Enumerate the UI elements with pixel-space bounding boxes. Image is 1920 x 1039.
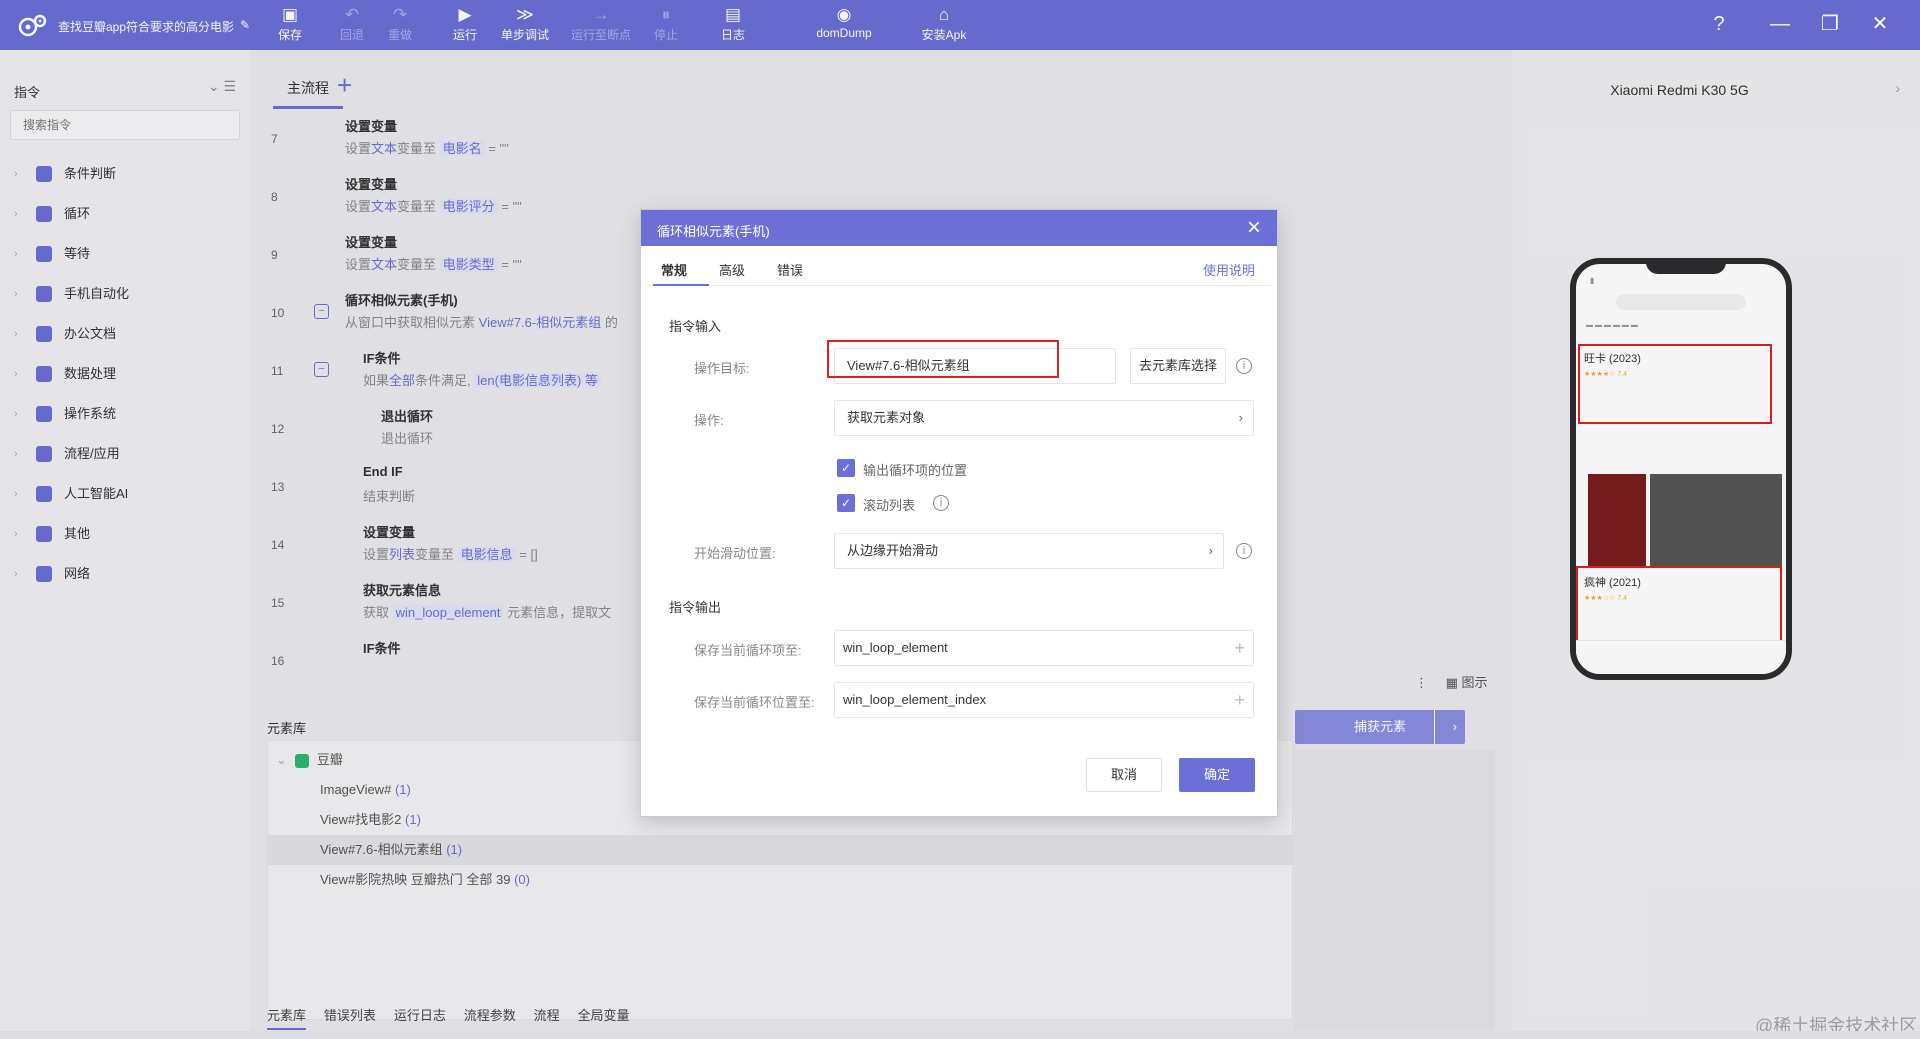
scroll-list-checkbox[interactable]: ✓ [837, 494, 855, 512]
target-label: 操作目标: [694, 361, 750, 376]
scroll-list-label: 滚动列表 [863, 498, 916, 513]
info-icon[interactable]: i [1236, 358, 1252, 374]
input-section-title: 指令输入 [669, 319, 722, 334]
save-item-field[interactable]: win_loop_element + [834, 630, 1254, 666]
taskbar-strip [0, 1031, 1920, 1039]
confirm-button[interactable]: 确定 [1179, 758, 1255, 792]
tab-error[interactable]: 错误 [777, 260, 803, 279]
operation-label: 操作: [694, 413, 724, 428]
operation-select[interactable]: 获取元素对象 › [834, 400, 1254, 436]
active-tab-indicator [653, 284, 709, 286]
dialog-tabs: 常规 高级 错误 使用说明 [647, 246, 1271, 286]
close-icon[interactable]: × [1247, 214, 1261, 242]
chevron-right-icon: › [1238, 410, 1243, 425]
output-position-label: 输出循环项的位置 [863, 463, 968, 478]
info-icon[interactable]: i [1236, 543, 1252, 559]
start-scroll-label: 开始滑动位置: [694, 546, 776, 561]
output-position-checkbox[interactable]: ✓ [837, 459, 855, 477]
plus-icon[interactable]: + [1234, 631, 1245, 665]
save-item-label: 保存当前循环项至: [694, 643, 802, 658]
save-index-label: 保存当前循环位置至: [694, 695, 815, 710]
select-from-library-button[interactable]: 去元素库选择 [1130, 348, 1226, 384]
dialog-header: 循环相似元素(手机) × [641, 210, 1277, 246]
chevron-right-icon: › [1208, 543, 1213, 558]
plus-icon[interactable]: + [1234, 683, 1245, 717]
output-section-title: 指令输出 [669, 600, 722, 615]
highlight-box [827, 340, 1059, 378]
usage-help-link[interactable]: 使用说明 [1203, 260, 1255, 279]
tab-general[interactable]: 常规 [661, 260, 687, 279]
loop-similar-elements-dialog: 循环相似元素(手机) × 常规 高级 错误 使用说明 指令输入 操作目标: Vi… [640, 209, 1278, 817]
dialog-title: 循环相似元素(手机) [657, 224, 770, 239]
save-index-field[interactable]: win_loop_element_index + [834, 682, 1254, 718]
info-icon[interactable]: i [933, 495, 949, 511]
cancel-button[interactable]: 取消 [1086, 758, 1162, 792]
tab-advanced[interactable]: 高级 [719, 260, 745, 279]
start-scroll-select[interactable]: 从边缘开始滑动 › [834, 533, 1224, 569]
